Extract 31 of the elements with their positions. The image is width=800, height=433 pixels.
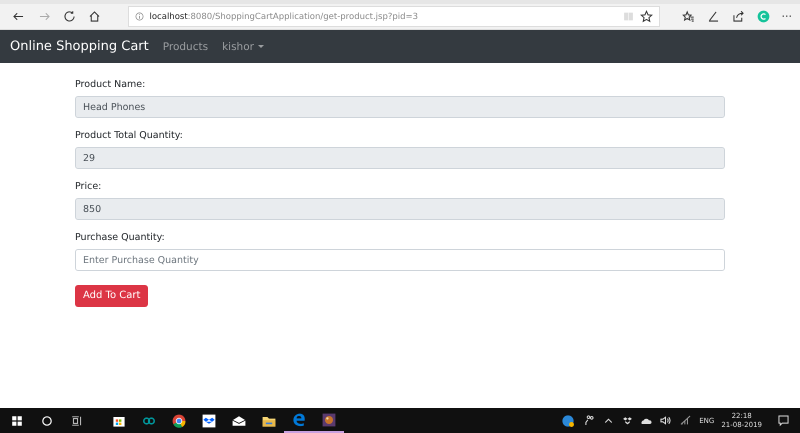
- user-dropdown[interactable]: kishor: [222, 40, 264, 52]
- field-label: Product Name:: [75, 79, 146, 90]
- url-text: localhost:8080/ShoppingCartApplication/get-product.jsp?pid=3: [150, 12, 420, 22]
- address-bar[interactable]: localhost:8080/ShoppingCartApplication/get-product.jsp?pid=3: [128, 6, 660, 27]
- dropbox-icon: [201, 412, 217, 428]
- field-label: Price:: [75, 181, 102, 192]
- notification-icon[interactable]: [777, 414, 790, 427]
- home-icon[interactable]: [88, 10, 102, 23]
- more-button[interactable]: ···: [782, 10, 792, 23]
- back-icon[interactable]: [12, 10, 26, 23]
- field-label: Purchase Quantity:: [75, 232, 166, 243]
- dropbox-tray-icon[interactable]: [622, 415, 634, 426]
- input-field[interactable]: Enter Purchase Quantity: [75, 249, 725, 271]
- edge-icon: [291, 412, 307, 428]
- caret-icon: [258, 45, 264, 48]
- info-icon: [134, 12, 144, 21]
- field-label: Product Total Quantity:: [75, 130, 184, 141]
- task-view-icon[interactable]: [71, 414, 83, 426]
- windows-icon[interactable]: [11, 414, 23, 426]
- search-icon[interactable]: [41, 414, 53, 426]
- app-icon: [321, 412, 337, 428]
- refresh-icon[interactable]: [62, 10, 76, 23]
- add-to-cart-button[interactable]: Add To Cart: [75, 284, 148, 306]
- wifi-icon[interactable]: [679, 414, 692, 427]
- brand-link[interactable]: Online Shopping Cart: [10, 39, 149, 54]
- share-icon[interactable]: [732, 10, 744, 23]
- volume-icon[interactable]: [659, 414, 672, 427]
- favorites-icon[interactable]: [682, 10, 694, 23]
- star-icon[interactable]: [640, 10, 652, 23]
- chrome-icon: [171, 412, 187, 428]
- nav-link[interactable]: Products: [162, 40, 208, 52]
